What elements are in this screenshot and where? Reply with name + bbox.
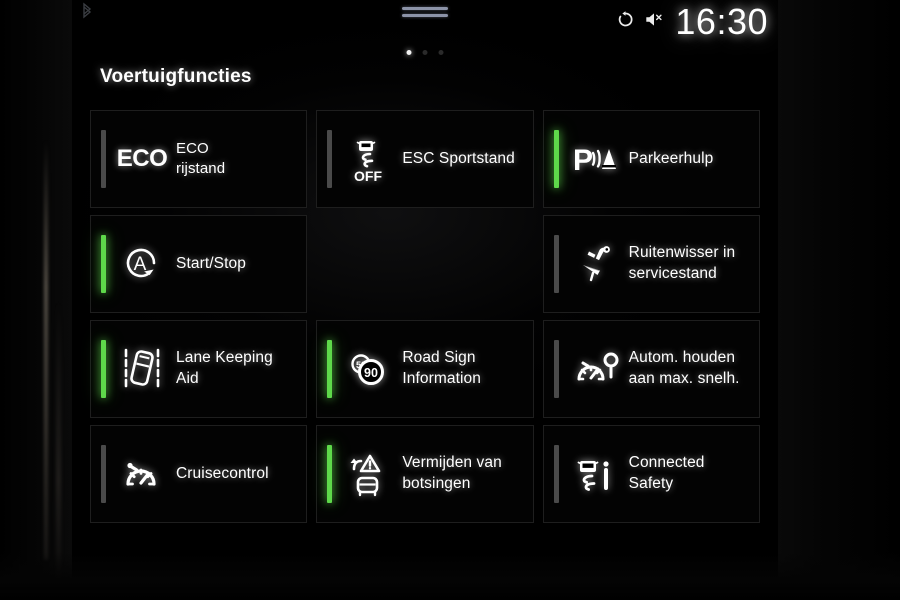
status-indicator-bar	[553, 340, 559, 398]
tile-connected-safety[interactable]: Connected Safety	[542, 425, 760, 523]
status-icons-group: 16:30	[616, 0, 768, 44]
page-dot-3[interactable]	[438, 50, 444, 55]
status-indicator-bar	[101, 235, 106, 293]
tile-empty-slot	[316, 215, 533, 313]
tile-eco-rijstand[interactable]: ECO ECO rijstand	[90, 110, 308, 208]
svg-text:90: 90	[364, 366, 378, 380]
tile-label: Connected Safety	[628, 454, 705, 492]
bluetooth-icon	[80, 2, 94, 22]
lane-keeping-icon	[116, 341, 168, 397]
drag-handle[interactable]	[402, 7, 448, 21]
infotainment-screen: 16:30 Voertuigfuncties ECO ECO rijstand	[72, 0, 778, 592]
tile-label: Cruisecontrol	[176, 464, 269, 482]
status-indicator-bar	[327, 445, 333, 503]
tile-lane-keeping-aid[interactable]: Lane Keeping Aid	[90, 320, 308, 418]
tile-esc-sportstand[interactable]: OFF ESC Sportstand	[316, 110, 534, 208]
speed-limiter-pin-icon	[569, 341, 621, 397]
dashboard-photo-background: 16:30 Voertuigfuncties ECO ECO rijstand	[0, 0, 900, 600]
page-indicator-dots[interactable]	[406, 50, 444, 55]
page-dot-1[interactable]	[406, 50, 412, 55]
page-dot-2[interactable]	[422, 50, 428, 55]
volume-muted-icon[interactable]	[644, 11, 664, 33]
tile-label: ESC Sportstand	[402, 149, 515, 167]
status-indicator-bar	[553, 445, 559, 503]
vehicle-functions-grid: ECO ECO rijstand OFF ESC Sportstand P Pa…	[90, 110, 760, 523]
tile-label: ECO rijstand	[176, 139, 226, 177]
park-assist-icon: P	[569, 131, 621, 187]
eco-icon: ECO	[116, 145, 168, 172]
bezel-highlight	[44, 140, 48, 560]
status-indicator-bar	[101, 340, 106, 398]
bezel-right	[778, 0, 900, 600]
tile-cruisecontrol[interactable]: Cruisecontrol	[90, 425, 308, 523]
status-bar: 16:30	[72, 0, 778, 44]
tile-label: Lane Keeping Aid	[176, 349, 273, 387]
collision-avoidance-icon	[342, 446, 394, 502]
status-indicator-bar	[327, 130, 333, 188]
page-title: Voertuigfuncties	[100, 66, 252, 87]
tile-label: Road Sign Information	[402, 349, 481, 387]
tile-label: Vermijden van botsingen	[402, 454, 502, 492]
bezel-left	[0, 0, 72, 600]
start-stop-icon: A	[116, 236, 168, 292]
connected-safety-icon	[569, 446, 621, 502]
clock: 16:30	[675, 1, 768, 42]
status-indicator-bar	[327, 340, 333, 398]
tile-label: Autom. houden aan max. snelh.	[628, 349, 740, 387]
tile-vermijden-van-botsingen[interactable]: Vermijden van botsingen	[316, 425, 534, 523]
road-sign-icon: 50 90	[342, 341, 394, 397]
tile-road-sign-information[interactable]: 50 90 Road Sign Information	[316, 320, 534, 418]
tile-ruitenwisser-servicestand[interactable]: Ruitenwisser in servicestand	[542, 215, 760, 313]
alarm-timer-icon[interactable]	[616, 10, 635, 34]
tile-label: Ruitenwisser in servicestand	[628, 244, 736, 282]
tile-start-stop[interactable]: A Start/Stop	[90, 215, 308, 313]
bezel-bottom	[0, 552, 900, 600]
status-indicator-bar	[101, 445, 106, 503]
status-indicator-bar	[553, 130, 559, 188]
svg-text:OFF: OFF	[354, 168, 382, 183]
status-indicator-bar	[101, 130, 106, 188]
wiper-service-icon	[569, 236, 621, 292]
esc-off-icon: OFF	[342, 131, 394, 187]
svg-text:A: A	[134, 254, 147, 275]
tile-parkeerhulp[interactable]: P Parkeerhulp	[542, 110, 760, 208]
tile-label: Parkeerhulp	[628, 149, 714, 167]
tile-autom-houden-max-snelh[interactable]: Autom. houden aan max. snelh.	[542, 320, 760, 418]
status-indicator-bar	[553, 235, 559, 293]
cruise-control-icon	[116, 446, 168, 502]
tile-label: Start/Stop	[176, 254, 246, 272]
svg-text:P: P	[573, 144, 593, 177]
